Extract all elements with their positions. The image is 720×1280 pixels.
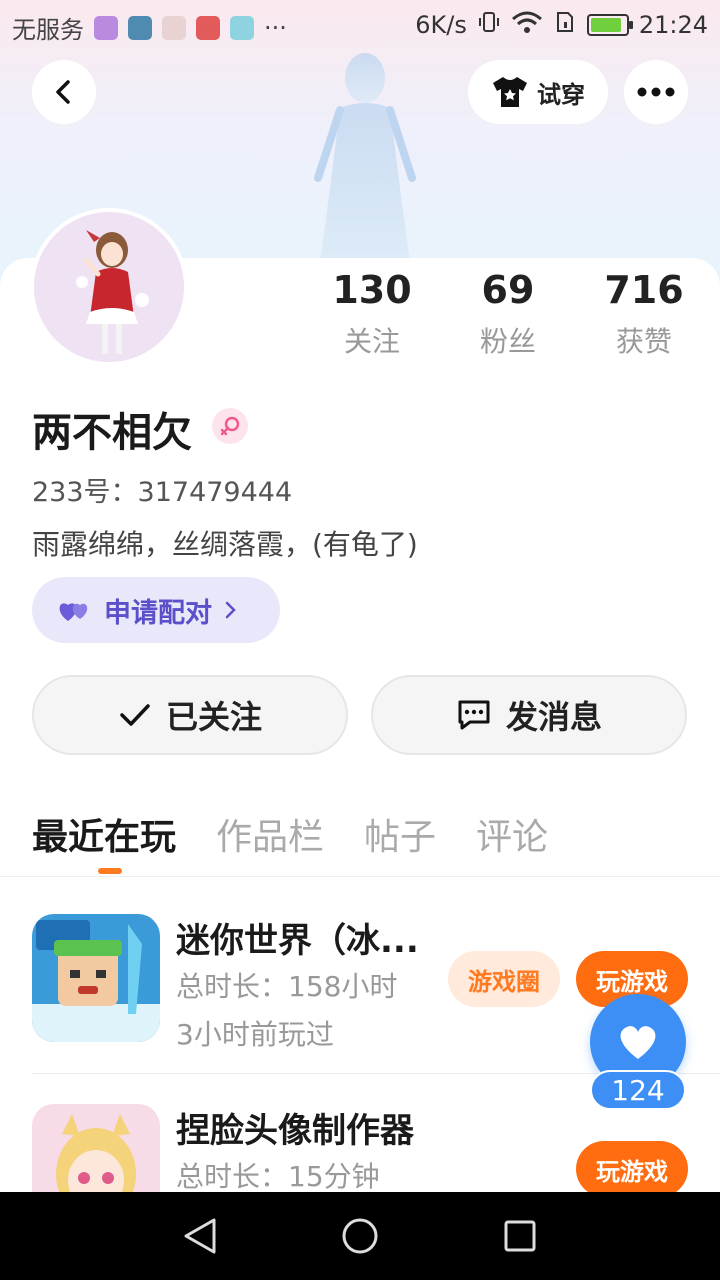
tab-comments[interactable]: 评论 xyxy=(476,808,548,860)
try-on-label: 试穿 xyxy=(537,80,585,109)
user-id: 233号：317479444 xyxy=(32,477,293,508)
game-icon-mini-world xyxy=(32,914,160,1042)
active-tab-indicator xyxy=(98,868,122,874)
chat-bubble-icon xyxy=(458,700,490,730)
clock: 21:24 xyxy=(638,11,708,39)
triangle-back-icon xyxy=(184,1218,216,1254)
battery-icon xyxy=(586,14,633,36)
net-speed: 6K/s xyxy=(415,11,467,39)
chevron-right-icon xyxy=(225,601,236,619)
apply-pair-button[interactable]: 申请配对 xyxy=(32,577,280,643)
stat-followers[interactable]: 69 粉丝 xyxy=(443,268,573,360)
hearts-icon xyxy=(59,603,88,621)
wifi-icon xyxy=(511,10,543,40)
like-count-badge: 124 xyxy=(590,1070,686,1110)
more-options-button[interactable] xyxy=(624,60,688,124)
tab-works[interactable]: 作品栏 xyxy=(216,808,324,860)
avatar[interactable] xyxy=(30,208,188,366)
try-on-button[interactable]: 试穿 xyxy=(468,60,608,124)
send-message-button[interactable]: 发消息 xyxy=(371,675,687,755)
heart-icon xyxy=(620,1026,656,1059)
game-total-duration: 总时长：15分钟 xyxy=(176,1160,380,1192)
tab-recently-played[interactable]: 最近在玩 xyxy=(32,808,176,860)
tab-posts[interactable]: 帖子 xyxy=(364,808,436,860)
app-notification-icon xyxy=(230,15,254,40)
profile-tabs: 最近在玩 作品栏 帖子 评论 xyxy=(32,808,548,860)
gallery-notification-icon xyxy=(94,15,118,40)
likes-label: 获赞 xyxy=(615,325,672,358)
check-icon xyxy=(120,704,150,726)
nav-recents-button[interactable] xyxy=(498,1214,542,1258)
system-navigation-bar xyxy=(0,1192,720,1280)
following-toggle-label: 已关注 xyxy=(165,698,262,736)
female-icon xyxy=(220,416,240,436)
following-toggle-button[interactable]: 已关注 xyxy=(32,675,348,755)
tshirt-icon xyxy=(493,77,527,107)
app-notification-icon xyxy=(196,15,220,40)
likes-count: 716 xyxy=(604,268,684,312)
back-button[interactable] xyxy=(32,60,96,124)
app-notification-icon xyxy=(128,15,152,40)
avatar-hologram-figure xyxy=(314,53,416,263)
followers-count: 69 xyxy=(481,268,535,312)
play-game-button[interactable]: 玩游戏 xyxy=(576,1141,688,1192)
send-message-label: 发消息 xyxy=(505,698,602,736)
game-circle-button[interactable]: 游戏圈 xyxy=(448,951,560,1007)
chevron-left-icon xyxy=(56,80,70,104)
bio: 雨露绵绵，丝绸落霞，(有龟了) xyxy=(32,528,418,561)
game-title: 迷你世界（冰... xyxy=(176,921,419,961)
apply-pair-label: 申请配对 xyxy=(104,597,212,629)
tabs-divider xyxy=(0,876,720,877)
following-count: 130 xyxy=(332,268,412,312)
sim-icon xyxy=(553,10,577,40)
followers-label: 粉丝 xyxy=(479,325,536,358)
stat-following[interactable]: 130 关注 xyxy=(307,268,437,360)
game-total-duration: 总时长：158小时 xyxy=(176,970,398,1003)
more-dots-icon xyxy=(637,87,675,97)
game-icon-avatar-maker xyxy=(32,1104,160,1192)
status-bar: 无服务 ··· 6K/s 21:24 xyxy=(0,0,720,50)
more-notifications-icon: ··· xyxy=(264,13,287,42)
username: 两不相欠 xyxy=(32,410,192,456)
game-title: 捏脸头像制作器 xyxy=(176,1111,414,1151)
game-last-played: 3小时前玩过 xyxy=(176,1018,334,1051)
stat-likes[interactable]: 716 获赞 xyxy=(579,268,709,360)
gender-badge xyxy=(212,408,248,444)
circle-home-icon xyxy=(342,1218,378,1254)
app-notification-icon xyxy=(162,15,186,40)
nav-home-button[interactable] xyxy=(338,1214,382,1258)
avatar-character-image xyxy=(34,212,184,362)
carrier-status: 无服务 xyxy=(12,16,84,44)
square-recents-icon xyxy=(504,1220,536,1252)
vibrate-icon xyxy=(477,10,501,40)
nav-back-button[interactable] xyxy=(178,1214,222,1258)
following-label: 关注 xyxy=(343,325,400,358)
